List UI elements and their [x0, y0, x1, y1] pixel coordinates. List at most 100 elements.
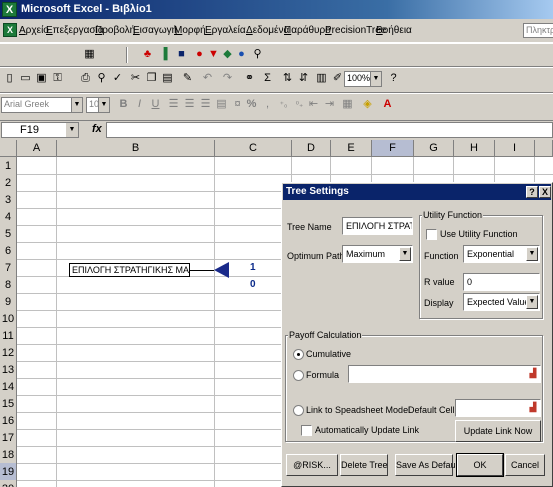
increase-indent-icon[interactable]: ⇥ — [322, 97, 337, 112]
link-spreadsheet-radio[interactable] — [293, 405, 304, 416]
format-painter-icon[interactable]: ✎ — [180, 71, 195, 86]
row-header-2[interactable]: 2 — [0, 174, 17, 192]
delete-tree-button[interactable]: Delete Tree — [340, 454, 388, 476]
display-select[interactable]: Expected Value ▼ — [463, 293, 540, 311]
pt-new-tree-icon[interactable]: ♣ — [140, 47, 155, 62]
menu-view[interactable]: Προβολή — [95, 25, 135, 36]
decrease-indent-icon[interactable]: ⇤ — [306, 97, 321, 112]
save-icon[interactable]: ▣ — [34, 71, 49, 86]
autosum-icon[interactable]: Σ — [260, 71, 275, 86]
column-header-a[interactable]: A — [17, 140, 57, 157]
use-utility-checkbox[interactable] — [426, 229, 437, 240]
column-header-g[interactable]: G — [414, 140, 454, 157]
font-select[interactable]: Arial Greek ▼ — [1, 97, 83, 113]
save-as-default-button[interactable]: Save As Default — [395, 454, 460, 476]
menu-insert[interactable]: Εισαγωγή — [133, 25, 177, 36]
fill-color-icon[interactable]: ◈ — [360, 97, 375, 112]
function-select[interactable]: Exponential ▼ — [463, 245, 540, 263]
copy-icon[interactable]: ❐ — [144, 71, 159, 86]
risk-button[interactable]: @RISK... — [286, 454, 338, 476]
row-header-5[interactable]: 5 — [0, 225, 17, 243]
row-header-19[interactable]: 19 — [0, 463, 17, 481]
menu-format[interactable]: Μορφή — [174, 25, 206, 36]
sort-descending-icon[interactable]: ⇵ — [296, 71, 311, 86]
row-header-13[interactable]: 13 — [0, 361, 17, 379]
tree-name-input[interactable]: ΕΠΙΛΟΓΗ ΣΤΡΑΤΗΓΙΚΗΣ — [342, 217, 413, 235]
increase-decimal-icon[interactable]: ⁺₀ — [276, 97, 291, 112]
dialog-close-button[interactable]: X — [539, 186, 551, 198]
ask-question-box[interactable]: Πληκτρολογήστε — [523, 23, 553, 38]
optimum-path-select[interactable]: Maximum ▼ — [342, 245, 413, 263]
column-header-b[interactable]: B — [57, 140, 215, 157]
help-icon[interactable]: ? — [386, 71, 401, 86]
column-header-d[interactable]: D — [292, 140, 331, 157]
sort-ascending-icon[interactable]: ⇅ — [280, 71, 295, 86]
row-header-3[interactable]: 3 — [0, 191, 17, 209]
menu-file[interactable]: Αρχείο — [19, 25, 49, 36]
tree-node-triangle-icon[interactable] — [214, 262, 229, 278]
select-all-corner[interactable] — [0, 140, 17, 157]
menu-help[interactable]: Βοήθεια — [376, 25, 412, 36]
cumulative-radio[interactable] — [293, 349, 304, 360]
workbook-icon[interactable]: X — [3, 23, 17, 37]
name-box[interactable]: F19 ▼ — [1, 122, 79, 138]
merge-center-icon[interactable]: ▤ — [214, 97, 229, 112]
font-size-select[interactable]: 10 ▼ — [86, 97, 110, 113]
formula-radio[interactable] — [293, 370, 304, 381]
pt-settings-icon[interactable]: ▦ — [82, 47, 97, 62]
borders-icon[interactable]: ▦ — [340, 97, 355, 112]
chart-wizard-icon[interactable]: ▥ — [314, 71, 329, 86]
align-center-icon[interactable]: ☰ — [182, 97, 197, 112]
redo-icon[interactable]: ↷ — [220, 71, 235, 86]
insert-function-icon[interactable]: fx — [92, 123, 102, 135]
comma-style-icon[interactable]: , — [260, 97, 275, 112]
cell-picker-icon[interactable]: ▟ — [527, 401, 539, 415]
column-header-e[interactable]: E — [331, 140, 372, 157]
paste-icon[interactable]: ▤ — [160, 71, 175, 86]
row-header-9[interactable]: 9 — [0, 293, 17, 311]
r-value-input[interactable]: 0 — [463, 273, 540, 291]
cell-picker-icon[interactable]: ▟ — [527, 367, 539, 381]
italic-button[interactable]: I — [132, 97, 147, 112]
pt-end-icon[interactable]: ▼ — [206, 47, 221, 62]
drawing-icon[interactable]: ✐ — [330, 71, 345, 86]
decrease-decimal-icon[interactable]: ⁰₊ — [292, 97, 307, 112]
align-left-icon[interactable]: ☰ — [166, 97, 181, 112]
row-header-12[interactable]: 12 — [0, 344, 17, 362]
print-icon[interactable]: ⎙ — [78, 71, 93, 86]
formula-input[interactable] — [106, 122, 553, 138]
open-icon[interactable]: ▭ — [18, 71, 33, 86]
currency-icon[interactable]: ¤ — [230, 97, 245, 112]
pt-logic-icon[interactable]: ◆ — [220, 47, 235, 62]
menu-tools[interactable]: Εργαλεία — [205, 25, 246, 36]
pt-node-icon[interactable]: ▌ — [160, 47, 175, 62]
row-header-17[interactable]: 17 — [0, 429, 17, 447]
row-header-4[interactable]: 4 — [0, 208, 17, 226]
cut-icon[interactable]: ✂ — [128, 71, 143, 86]
row-header-15[interactable]: 15 — [0, 395, 17, 413]
print-preview-icon[interactable]: ⚲ — [94, 71, 109, 86]
row-header-6[interactable]: 6 — [0, 242, 17, 260]
permission-icon[interactable]: ⚿ — [50, 71, 65, 86]
hyperlink-icon[interactable]: ⚭ — [242, 71, 257, 86]
menu-window[interactable]: Παράθυρο — [284, 25, 331, 36]
auto-update-checkbox[interactable] — [301, 425, 312, 436]
ok-button[interactable]: OK — [456, 453, 504, 477]
row-header-16[interactable]: 16 — [0, 412, 17, 430]
spelling-icon[interactable]: ✓ — [110, 71, 125, 86]
new-icon[interactable]: ▯ — [2, 71, 17, 86]
percent-button[interactable]: % — [244, 97, 259, 112]
underline-button[interactable]: U — [148, 97, 163, 112]
column-header-c[interactable]: C — [215, 140, 292, 157]
row-header-7[interactable]: 7 — [0, 259, 17, 277]
column-header-i[interactable]: I — [495, 140, 535, 157]
cancel-button[interactable]: Cancel — [505, 454, 545, 476]
menu-data[interactable]: Δεδομένα — [246, 25, 289, 36]
pt-decision-icon[interactable]: ■ — [174, 47, 189, 62]
row-header-11[interactable]: 11 — [0, 327, 17, 345]
align-right-icon[interactable]: ☰ — [198, 97, 213, 112]
update-link-now-button[interactable]: Update Link Now — [455, 420, 541, 442]
undo-icon[interactable]: ↶ — [200, 71, 215, 86]
bold-button[interactable]: B — [116, 97, 131, 112]
formula-input[interactable]: ▟ — [348, 365, 541, 383]
